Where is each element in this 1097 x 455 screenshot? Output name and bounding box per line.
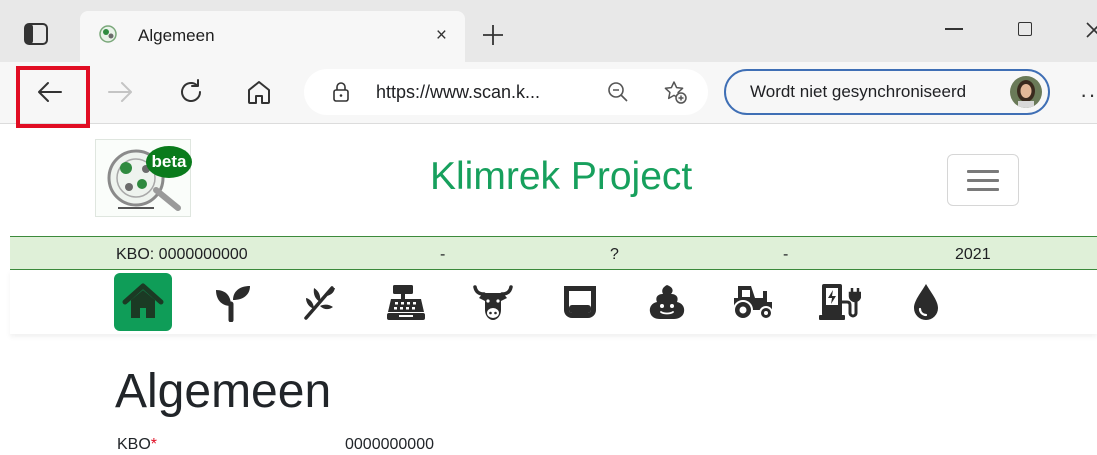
beta-badge: beta xyxy=(146,146,192,178)
maximize-window-icon[interactable] xyxy=(1018,22,1032,36)
hamburger-line xyxy=(967,188,999,191)
refresh-icon xyxy=(181,79,201,102)
add-favorite-icon[interactable] xyxy=(662,79,688,105)
seedling-icon xyxy=(216,286,250,322)
profile-sync-button[interactable]: Wordt niet gesynchroniseerd xyxy=(724,69,1050,115)
minimize-window-icon[interactable] xyxy=(945,28,963,30)
module-nav xyxy=(10,270,1097,334)
nav-cow[interactable] xyxy=(464,273,522,331)
arrow-right-icon xyxy=(108,82,132,102)
lock-icon[interactable] xyxy=(330,81,352,103)
manure-icon xyxy=(649,285,685,319)
plant-icon xyxy=(304,286,335,320)
nav-water[interactable] xyxy=(897,273,955,331)
avatar xyxy=(1010,76,1042,108)
nav-home[interactable] xyxy=(114,273,172,331)
menu-toggle-button[interactable] xyxy=(947,154,1019,206)
kbo-info-bar: KBO: 0000000000 - ? - 2021 xyxy=(10,236,1097,270)
home-outline-icon xyxy=(248,81,270,104)
nav-cash-register[interactable] xyxy=(377,273,435,331)
new-tab-icon[interactable] xyxy=(480,22,506,48)
nav-seedling[interactable] xyxy=(204,273,262,331)
tab-actions-icon[interactable] xyxy=(22,20,50,48)
home-button[interactable] xyxy=(243,76,275,108)
tank-icon xyxy=(564,286,596,318)
kbo-year: 2021 xyxy=(955,246,991,263)
tractor-icon xyxy=(733,286,773,320)
kbo-bar-field-3: ? xyxy=(610,246,619,263)
browser-tab-strip: Algemeen × xyxy=(0,0,1097,63)
browser-toolbar: https://www.scan.k... Wordt niet gesynch… xyxy=(0,62,1097,128)
cash-register-icon xyxy=(387,285,425,320)
nav-plant[interactable] xyxy=(290,273,348,331)
kbo-field-value: 0000000000 xyxy=(345,436,434,453)
kbo-field-label: KBO* xyxy=(117,436,157,454)
kbo-number: KBO: 0000000000 xyxy=(116,246,248,263)
profile-sync-label: Wordt niet gesynchroniseerd xyxy=(750,82,967,101)
tab-title: Algemeen xyxy=(138,26,215,45)
tab-close-icon[interactable]: × xyxy=(436,25,447,47)
required-marker: * xyxy=(150,436,158,453)
url-text[interactable]: https://www.scan.k... xyxy=(376,82,540,103)
kbo-bar-field-4: - xyxy=(783,246,789,263)
kbo-bar-field-2: - xyxy=(440,246,446,263)
forward-button[interactable] xyxy=(104,76,136,108)
water-drop-icon xyxy=(914,284,938,320)
hamburger-line xyxy=(967,179,999,182)
nav-tractor[interactable] xyxy=(724,273,782,331)
refresh-button[interactable] xyxy=(175,76,207,108)
page-title: Algemeen xyxy=(115,365,332,418)
home-icon xyxy=(122,283,164,318)
more-options-icon[interactable]: ··· xyxy=(1080,82,1097,108)
cow-icon xyxy=(473,285,513,320)
zoom-out-icon[interactable] xyxy=(606,80,630,104)
nav-tank[interactable] xyxy=(551,273,609,331)
browser-tab[interactable]: Algemeen × xyxy=(80,11,465,63)
site-title: Klimrek Project xyxy=(430,155,693,198)
address-bar[interactable]: https://www.scan.k... xyxy=(304,69,708,115)
back-button-highlight xyxy=(16,66,90,128)
kbo-label-text: KBO xyxy=(117,436,151,453)
close-window-icon[interactable] xyxy=(1084,20,1097,40)
nav-manure[interactable] xyxy=(638,273,696,331)
site-favicon-icon xyxy=(98,24,118,44)
nav-charging-station[interactable] xyxy=(810,273,868,331)
hamburger-line xyxy=(967,170,999,173)
charging-station-icon xyxy=(819,284,861,320)
